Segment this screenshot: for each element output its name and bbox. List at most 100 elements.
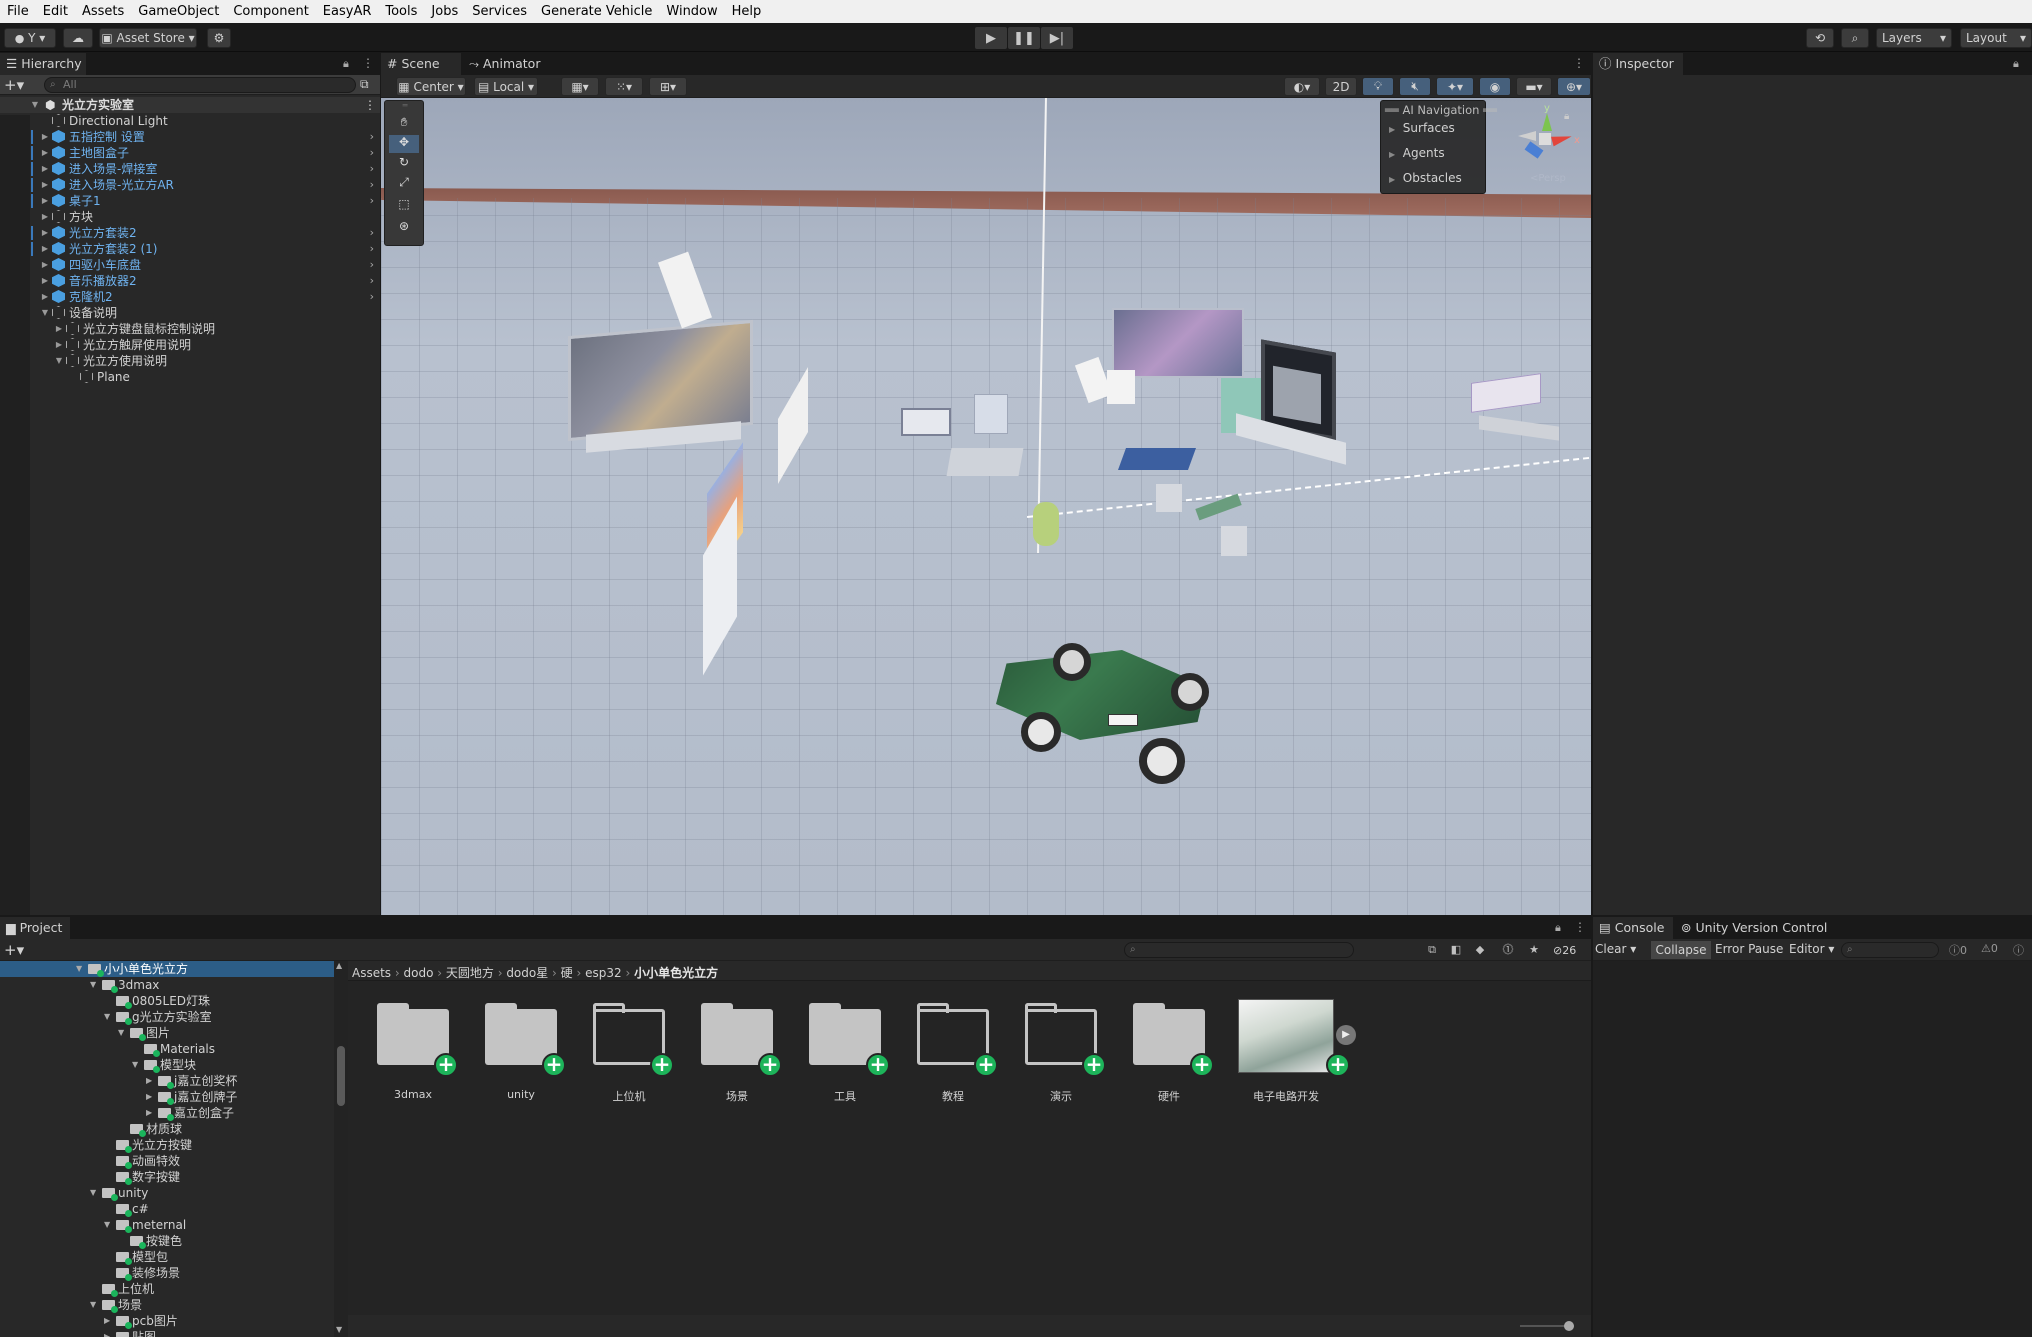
camera-button[interactable]: ▬▾ — [1516, 77, 1552, 96]
breadcrumb-item[interactable]: esp32 — [585, 966, 622, 980]
expand-arrow-icon[interactable]: ▼ — [40, 305, 50, 321]
gizmo-neg-x[interactable] — [1518, 131, 1536, 141]
chevron-right-icon[interactable]: › — [370, 289, 374, 305]
star-icon[interactable]: ★ — [1526, 942, 1542, 958]
expand-arrow-icon[interactable]: ▶ — [146, 1105, 152, 1121]
project-tree-item[interactable]: 模型包 — [0, 1249, 334, 1265]
asset-folder[interactable]: + — [914, 1001, 998, 1077]
hierarchy-item[interactable]: ▶ 克隆机2 › — [0, 289, 380, 305]
filter-type-icon[interactable]: ◧ — [1448, 942, 1464, 958]
project-tree-item[interactable]: ▼ g光立方实验室 — [0, 1009, 334, 1025]
expand-arrow-icon[interactable]: ▶ — [40, 129, 50, 145]
hierarchy-item[interactable]: ▶ 光立方套装2 › — [0, 225, 380, 241]
gizmo-y-arrow[interactable] — [1542, 113, 1552, 131]
move-tool-icon[interactable]: ✥ — [389, 135, 419, 153]
clear-button[interactable]: Clear ▾ — [1595, 942, 1649, 956]
effects-button[interactable]: ✦▾ — [1436, 77, 1474, 96]
expand-arrow-icon[interactable]: ▼ — [90, 1185, 96, 1201]
drag-handle-icon[interactable]: ═ — [385, 101, 425, 110]
asset-folder[interactable]: + — [1130, 1001, 1214, 1077]
asset-folder[interactable]: ▶ + — [1238, 999, 1356, 1077]
menu-item-generate-vehicle[interactable]: Generate Vehicle — [534, 0, 659, 23]
lock-icon[interactable]: 🔒︎ — [1555, 921, 1561, 935]
hierarchy-item[interactable]: ▼ 设备说明 — [0, 305, 380, 321]
package-button[interactable]: ⚙ — [207, 28, 231, 48]
expand-arrow-icon[interactable]: ▶ — [40, 273, 50, 289]
project-tree-item[interactable]: 按键色 — [0, 1233, 334, 1249]
project-tree-item[interactable]: Materials — [0, 1041, 334, 1057]
scene-root-row[interactable]: ▼ ⬢ 光立方实验室 ⋮ — [0, 97, 380, 113]
expand-arrow-icon[interactable]: ▶ — [40, 257, 50, 273]
project-tree-item[interactable]: ▼ 场景 — [0, 1297, 334, 1313]
breadcrumb-item[interactable]: 小小单色光立方 — [634, 966, 718, 980]
scrollbar-thumb[interactable] — [337, 1046, 345, 1106]
menu-item-services[interactable]: Services — [465, 0, 534, 23]
expand-arrow-icon[interactable]: ▶ — [40, 209, 50, 225]
project-tree-item[interactable]: ▼ 3dmax — [0, 977, 334, 993]
scale-tool-icon[interactable]: ⤢ — [389, 175, 419, 193]
project-tree-item[interactable]: 装修场景 — [0, 1265, 334, 1281]
breadcrumb-item[interactable]: 天圆地方 — [446, 966, 494, 980]
layout-dropdown[interactable]: Layout ▾ — [1960, 28, 2032, 48]
project-tree-item[interactable]: ▼ 图片 — [0, 1025, 334, 1041]
menu-item-edit[interactable]: Edit — [36, 0, 75, 23]
hierarchy-item[interactable]: ▶ 五指控制 设置 › — [0, 129, 380, 145]
hierarchy-item[interactable]: ▶ 主地图盒子 › — [0, 145, 380, 161]
expand-arrow-icon[interactable]: ▶ — [40, 177, 50, 193]
hierarchy-item[interactable]: ▶ 音乐播放器2 › — [0, 273, 380, 289]
scroll-up-icon[interactable]: ▲ — [336, 961, 342, 970]
expand-arrow-icon[interactable]: ▶ — [104, 1313, 110, 1329]
console-log-area[interactable] — [1593, 961, 2032, 1337]
error-pause-button[interactable]: Error Pause — [1715, 942, 1783, 956]
expand-arrow-icon[interactable]: ▼ — [76, 961, 82, 977]
grid-snap-button[interactable]: ▦▾ — [561, 77, 599, 96]
collapse-button[interactable]: Collapse — [1651, 941, 1711, 959]
project-tree-item[interactable]: ▶ 贴图 — [0, 1329, 334, 1337]
menu-item-assets[interactable]: Assets — [75, 0, 131, 23]
expand-arrow-icon[interactable]: ▶ — [40, 241, 50, 257]
hierarchy-item[interactable]: ▶ 进入场景-光立方AR › — [0, 177, 380, 193]
hierarchy-item[interactable]: ▼ 光立方使用说明 — [0, 353, 380, 369]
expand-arrow-icon[interactable]: ▼ — [90, 977, 96, 993]
pause-button[interactable]: ❚❚ — [1008, 27, 1040, 49]
project-tree-item[interactable]: 动画特效 — [0, 1153, 334, 1169]
chevron-right-icon[interactable]: › — [370, 241, 374, 257]
history-button[interactable]: ⟲ — [1806, 28, 1834, 48]
transform-tool-icon[interactable]: ⊛ — [389, 219, 419, 237]
hierarchy-item[interactable]: ▶ 光立方键盘鼠标控制说明 — [0, 321, 380, 337]
ai-nav-agents[interactable]: ▶ Agents — [1389, 146, 1445, 160]
gizmo-x-arrow[interactable] — [1551, 131, 1573, 147]
hidden-count[interactable]: ⊘26 — [1553, 944, 1576, 957]
ai-nav-surfaces[interactable]: ▶ Surfaces — [1389, 121, 1455, 135]
chevron-right-icon[interactable]: › — [370, 193, 374, 209]
project-tree-item[interactable]: ▼ unity — [0, 1185, 334, 1201]
tab-project[interactable]: ▆ Project — [0, 917, 70, 939]
hierarchy-item[interactable]: ▶ 四驱小车底盘 › — [0, 257, 380, 273]
asset-folder[interactable]: + — [806, 1001, 890, 1077]
create-button[interactable]: +▾ — [4, 941, 24, 959]
hierarchy-item[interactable]: Directional Light — [0, 113, 380, 129]
hand-tool-icon[interactable]: ✋︎ — [389, 115, 419, 133]
toggle-2d-button[interactable]: 2D — [1325, 77, 1357, 96]
more-icon[interactable]: ⋮ — [364, 97, 376, 113]
scroll-down-icon[interactable]: ▼ — [336, 1325, 342, 1334]
expand-arrow-icon[interactable]: ▶ — [146, 1073, 152, 1089]
project-search-input[interactable]: ⌕ — [1124, 942, 1354, 958]
hierarchy-item[interactable]: ▶ 光立方套装2 (1) › — [0, 241, 380, 257]
expand-arrow-icon[interactable]: ▶ — [54, 337, 64, 353]
asset-folder[interactable]: + — [698, 1001, 782, 1077]
hierarchy-item[interactable]: ▶ 桌子1 › — [0, 193, 380, 209]
project-tree-item[interactable]: ▶ 嘉立创盒子 — [0, 1105, 334, 1121]
menu-item-easyar[interactable]: EasyAR — [316, 0, 379, 23]
expand-arrow-icon[interactable]: ▶ — [54, 321, 64, 337]
error-count-toggle[interactable]: ⓘ — [2013, 942, 2024, 958]
lock-icon[interactable]: 🔒︎ — [2013, 57, 2019, 71]
step-button[interactable]: ▶| — [1041, 27, 1073, 49]
expand-arrow-icon[interactable]: ▶ — [40, 289, 50, 305]
log-count-toggle[interactable]: ⓘ0 — [1949, 942, 1967, 958]
breadcrumb-item[interactable]: dodo — [404, 966, 434, 980]
expand-arrow-icon[interactable]: ▶ — [40, 161, 50, 177]
menu-item-tools[interactable]: Tools — [378, 0, 424, 23]
expand-arrow-icon[interactable]: ▶ — [104, 1329, 110, 1337]
tab-scene[interactable]: # Scene — [381, 53, 461, 75]
